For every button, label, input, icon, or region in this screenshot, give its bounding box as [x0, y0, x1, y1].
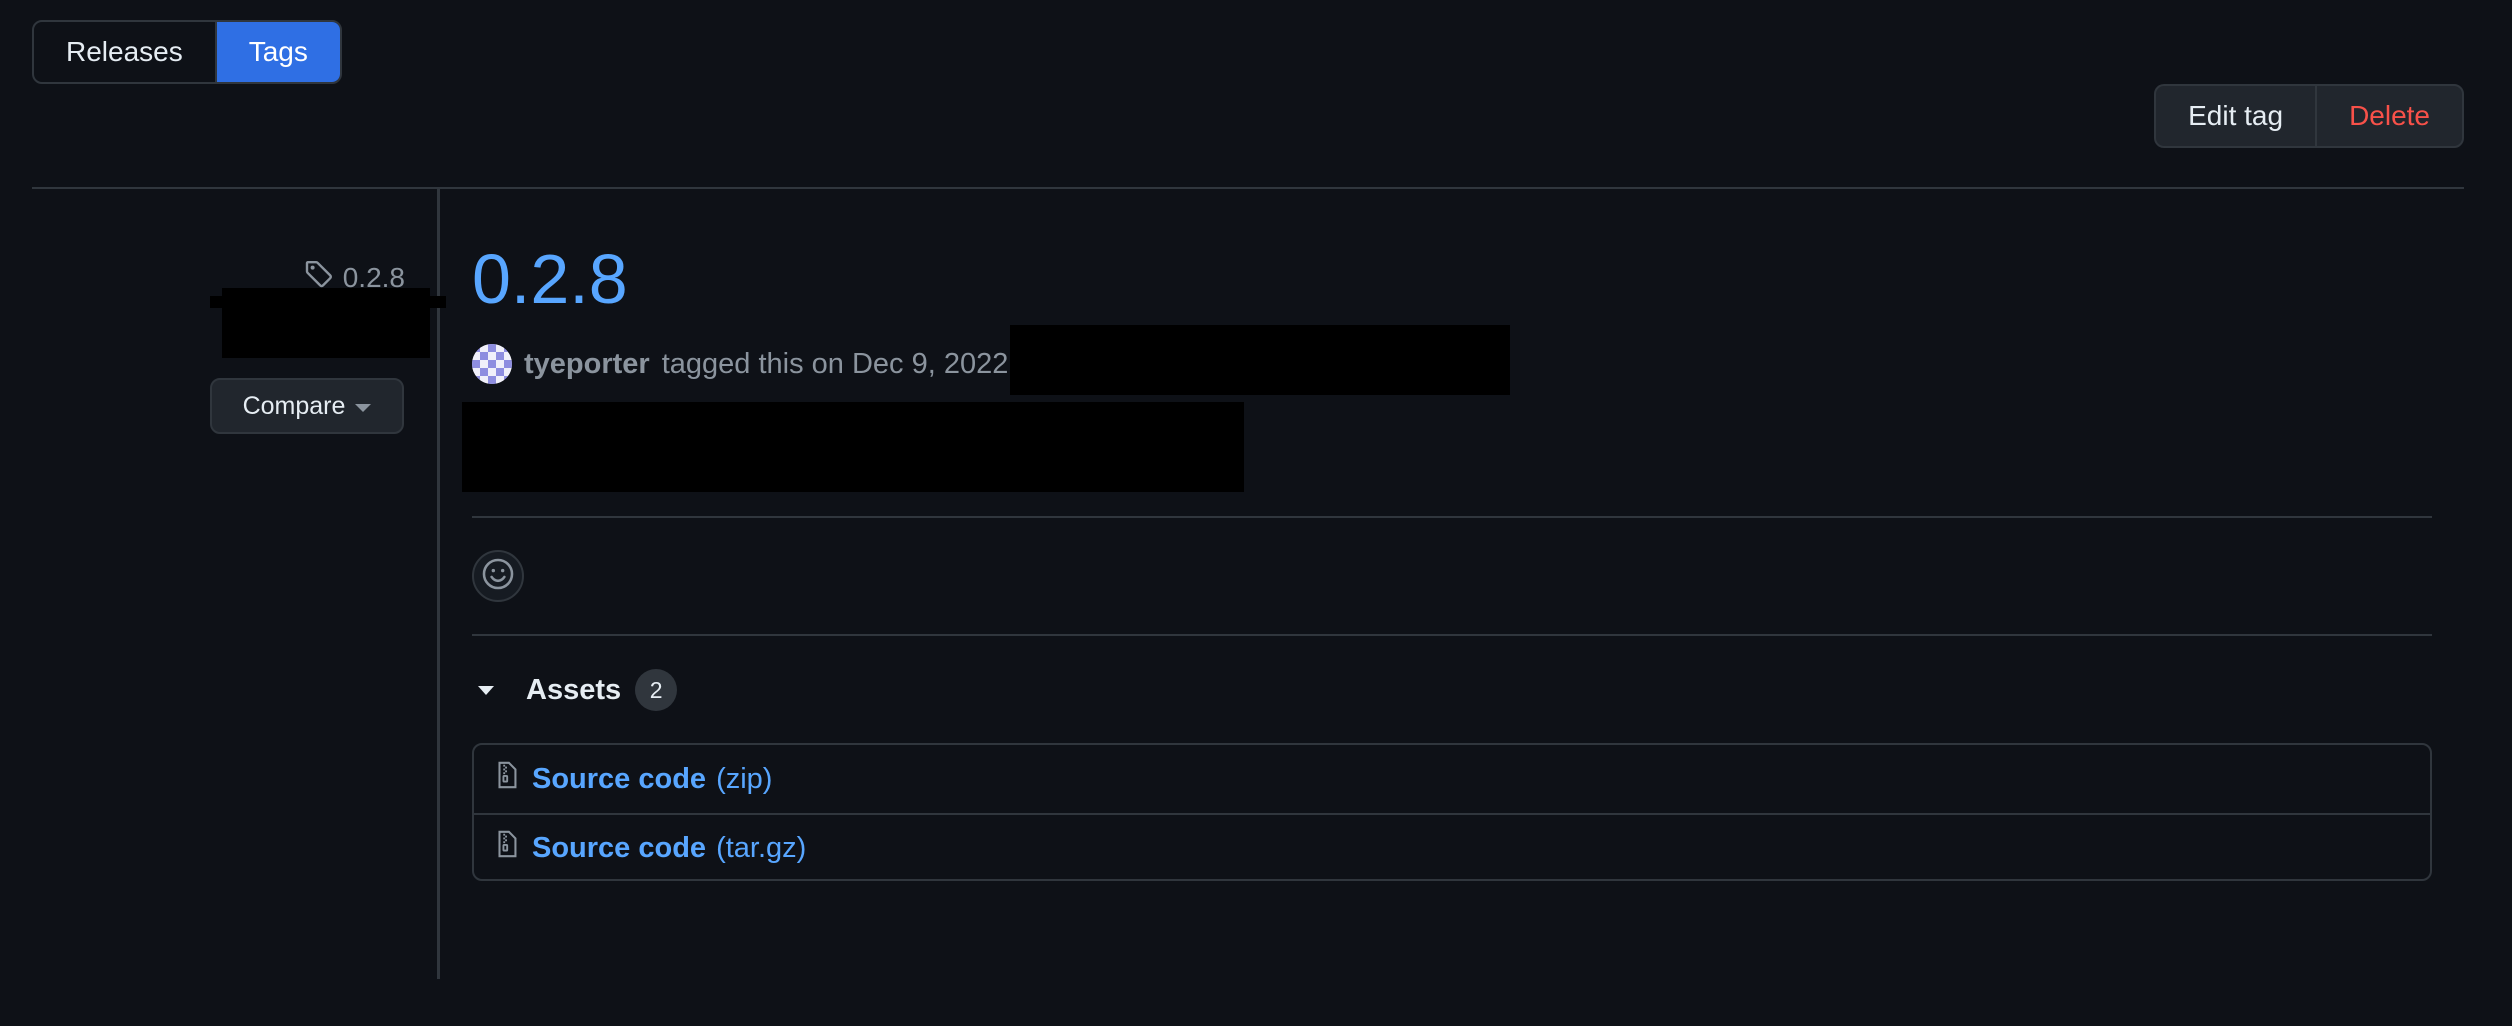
compare-button[interactable]: Compare — [210, 378, 404, 434]
asset-name[interactable]: Source code — [532, 832, 706, 865]
redacted-block — [1010, 325, 1510, 395]
tab-releases[interactable]: Releases — [34, 22, 215, 82]
compare-label: Compare — [242, 391, 346, 420]
assets-list: Source code (zip) Source code (tar.gz) — [472, 743, 2432, 881]
asset-row[interactable]: Source code (zip) — [474, 745, 2430, 813]
asset-extension[interactable]: (tar.gz) — [716, 832, 806, 865]
avatar[interactable] — [472, 344, 512, 384]
assets-count-badge: 2 — [635, 669, 678, 711]
asset-row[interactable]: Source code (tar.gz) — [474, 813, 2430, 881]
asset-name[interactable]: Source code — [532, 763, 706, 796]
releases-tags-toggle: Releases Tags — [32, 20, 342, 84]
redacted-block — [462, 402, 1244, 492]
tab-tags[interactable]: Tags — [214, 22, 340, 82]
add-reaction-button[interactable] — [472, 550, 524, 602]
body-divider — [472, 516, 2432, 518]
smiley-icon — [481, 557, 515, 596]
edit-tag-button[interactable]: Edit tag — [2156, 86, 2315, 146]
triangle-down-icon — [478, 685, 494, 695]
file-zip-icon — [492, 759, 522, 799]
chevron-down-icon — [355, 404, 372, 412]
assets-toggle[interactable]: Assets 2 — [478, 668, 678, 712]
assets-heading: Assets — [526, 673, 622, 706]
release-author-line: tyeporter tagged this on Dec 9, 2022 — [472, 344, 1008, 384]
top-divider — [32, 187, 2464, 189]
redacted-block — [222, 288, 430, 358]
delete-button[interactable]: Delete — [2315, 86, 2462, 146]
file-zip-icon — [492, 828, 522, 868]
asset-extension[interactable]: (zip) — [716, 763, 772, 796]
author-link[interactable]: tyeporter — [524, 348, 650, 381]
release-title[interactable]: 0.2.8 — [472, 244, 628, 314]
tagged-date-text: tagged this on Dec 9, 2022 — [661, 347, 1009, 380]
reactions-divider — [472, 634, 2432, 636]
tag-actions: Edit tag Delete — [2154, 84, 2464, 148]
